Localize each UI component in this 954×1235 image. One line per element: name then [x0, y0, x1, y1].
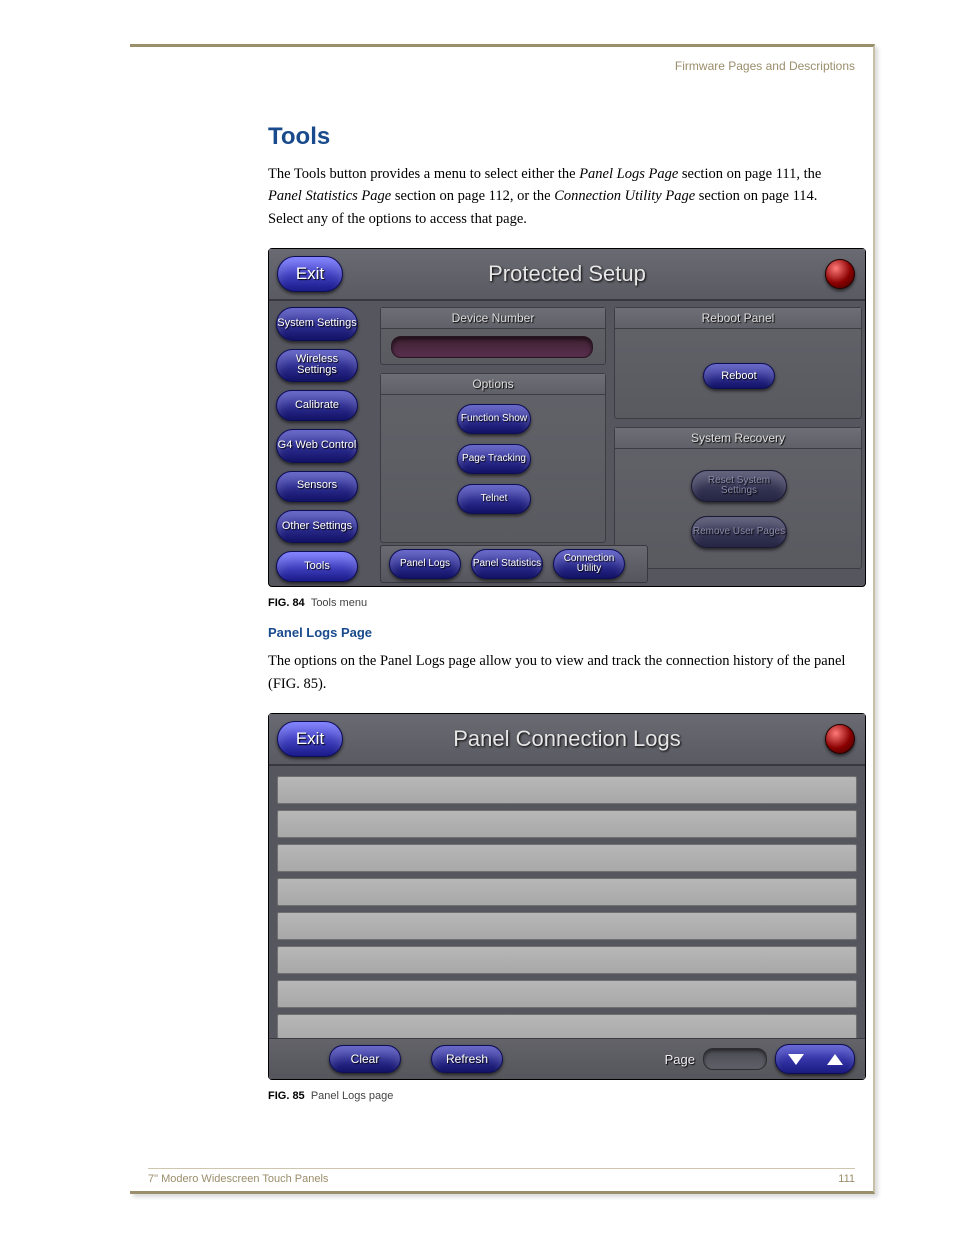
window-title: Panel Connection Logs: [453, 726, 681, 752]
sidebar-item-wireless-settings[interactable]: Wireless Settings: [276, 349, 358, 382]
log-row: [277, 980, 857, 1008]
sidebar-item-g4-web-control[interactable]: G4 Web Control: [276, 429, 358, 462]
remove-user-pages-button[interactable]: Remove User Pages: [691, 516, 787, 548]
log-row: [277, 946, 857, 974]
status-indicator-icon: [825, 259, 855, 289]
bottom-toolbar: Clear Refresh Page: [269, 1038, 865, 1079]
reboot-panel-header: Reboot Panel: [615, 308, 861, 329]
figure-84-caption: FIG. 84 Tools menu: [268, 597, 847, 609]
log-row: [277, 810, 857, 838]
options-panel: Options Function Show Page Tracking Teln…: [380, 373, 606, 543]
running-header: Firmware Pages and Descriptions: [148, 59, 855, 73]
page-down-icon[interactable]: [788, 1054, 804, 1065]
refresh-button[interactable]: Refresh: [431, 1045, 503, 1073]
system-recovery-panel: System Recovery Reset System Settings Re…: [614, 427, 862, 569]
panel-logs-button[interactable]: Panel Logs: [389, 549, 461, 579]
page-footer: 7" Modero Widescreen Touch Panels 111: [148, 1168, 855, 1185]
sidebar: System Settings Wireless Settings Calibr…: [269, 301, 374, 588]
function-show-button[interactable]: Function Show: [457, 404, 531, 434]
panel-statistics-button[interactable]: Panel Statistics: [471, 549, 543, 579]
log-row: [277, 878, 857, 906]
sidebar-item-sensors[interactable]: Sensors: [276, 471, 358, 502]
figure-84-screenshot: Exit Protected Setup System Settings Wir…: [268, 248, 866, 587]
device-number-input[interactable]: [391, 336, 593, 358]
exit-button[interactable]: Exit: [277, 721, 343, 757]
intro-t3: section on page 112, or the: [395, 188, 554, 204]
ref-panel-logs: Panel Logs Page: [579, 166, 678, 182]
figure-85-caption: FIG. 85 Panel Logs page: [268, 1090, 847, 1102]
log-list: [269, 766, 865, 1042]
titlebar: Exit Panel Connection Logs: [269, 714, 865, 766]
intro-paragraph: The Tools button provides a menu to sele…: [268, 163, 847, 230]
log-row: [277, 776, 857, 804]
status-indicator-icon: [825, 724, 855, 754]
options-header: Options: [381, 374, 605, 395]
reboot-button[interactable]: Reboot: [703, 363, 775, 389]
tools-popup: Panel Logs Panel Statistics Connection U…: [380, 545, 648, 583]
figure-85-screenshot: Exit Panel Connection Logs Clear: [268, 713, 866, 1080]
exit-button[interactable]: Exit: [277, 256, 343, 292]
page-up-icon[interactable]: [827, 1054, 843, 1065]
log-row: [277, 844, 857, 872]
log-row: [277, 912, 857, 940]
page-field[interactable]: [703, 1048, 767, 1070]
sidebar-item-other-settings[interactable]: Other Settings: [276, 510, 358, 543]
intro-t2: section on page 111, the: [682, 166, 821, 182]
main-area: Device Number Options Function Show Page…: [374, 301, 865, 588]
ref-connection-utility: Connection Utility Page: [554, 188, 695, 204]
sidebar-item-tools[interactable]: Tools: [276, 551, 358, 582]
reset-system-settings-button[interactable]: Reset System Settings: [691, 470, 787, 502]
titlebar: Exit Protected Setup: [269, 249, 865, 301]
reboot-panel: Reboot Panel Reboot: [614, 307, 862, 419]
page-nav-capsule: [775, 1044, 855, 1074]
sidebar-item-calibrate[interactable]: Calibrate: [276, 390, 358, 421]
figure-84-label: FIG. 84: [268, 597, 305, 609]
sidebar-item-system-settings[interactable]: System Settings: [276, 307, 358, 340]
device-number-panel: Device Number: [380, 307, 606, 365]
footer-left: 7" Modero Widescreen Touch Panels: [148, 1173, 328, 1185]
section-heading: Tools: [268, 123, 847, 151]
intro-t1: The Tools button provides a menu to sele…: [268, 166, 579, 182]
clear-button[interactable]: Clear: [329, 1045, 401, 1073]
logs-intro-paragraph: The options on the Panel Logs page allow…: [268, 650, 847, 695]
page-label: Page: [665, 1052, 695, 1067]
page-tracking-button[interactable]: Page Tracking: [457, 444, 531, 474]
figure-84-text: Tools menu: [311, 597, 367, 609]
connection-utility-button[interactable]: Connection Utility: [553, 549, 625, 579]
figure-85-label: FIG. 85: [268, 1090, 305, 1102]
telnet-button[interactable]: Telnet: [457, 484, 531, 514]
footer-page-number: 111: [838, 1173, 855, 1185]
figure-85-text: Panel Logs page: [311, 1090, 394, 1102]
device-number-header: Device Number: [381, 308, 605, 329]
ref-panel-statistics: Panel Statistics Page: [268, 188, 391, 204]
subsection-heading: Panel Logs Page: [268, 625, 847, 640]
pager-group: Page: [665, 1044, 855, 1074]
window-title: Protected Setup: [488, 261, 646, 287]
system-recovery-header: System Recovery: [615, 428, 861, 449]
